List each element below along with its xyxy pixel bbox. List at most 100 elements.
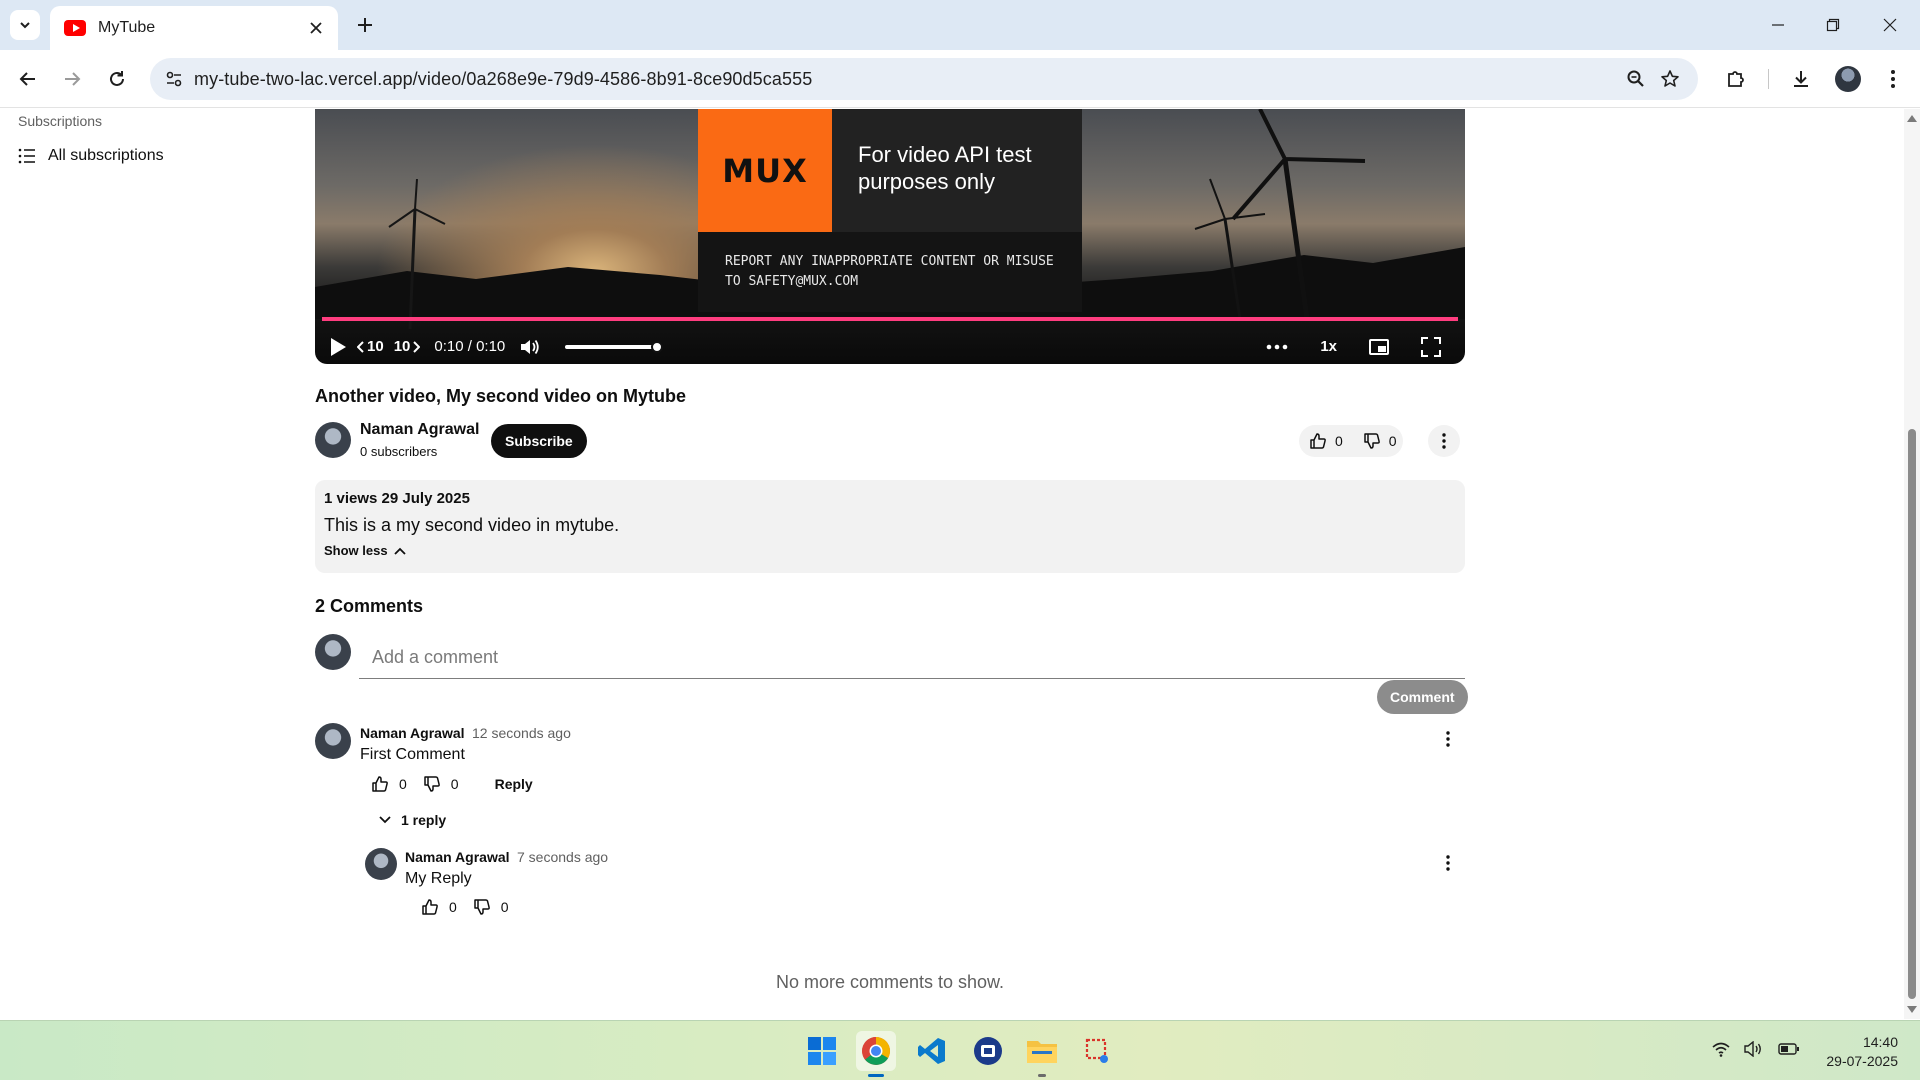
reload-button[interactable] [102, 64, 132, 94]
forward-button[interactable] [57, 64, 87, 94]
profile-avatar [1835, 66, 1861, 92]
scroll-down-arrow-icon[interactable] [1907, 1006, 1917, 1013]
add-comment-input[interactable] [359, 637, 1465, 679]
minimize-button[interactable] [1760, 10, 1796, 40]
arrow-right-icon [65, 72, 81, 86]
description-box[interactable]: 1 views 29 July 2025 This is a my second… [315, 480, 1465, 573]
volume-slider-knob[interactable] [651, 340, 664, 353]
show-less-button[interactable]: Show less [324, 543, 1456, 558]
replies-count-label: 1 reply [401, 812, 447, 828]
system-clock[interactable]: 14:40 29-07-2025 [1826, 1033, 1898, 1071]
bookmark-star-icon[interactable] [1660, 69, 1680, 89]
thumbs-up-icon [422, 899, 438, 915]
promo-report-panel: REPORT ANY INAPPROPRIATE CONTENT OR MISU… [698, 232, 1082, 312]
picture-in-picture-button[interactable] [1369, 338, 1389, 355]
site-info-icon[interactable] [154, 58, 194, 100]
downloads-button[interactable] [1786, 64, 1816, 94]
reply-button[interactable]: Reply [495, 776, 533, 792]
extensions-button[interactable] [1721, 64, 1751, 94]
reply-text: My Reply [405, 870, 472, 887]
file-explorer-icon [1027, 1041, 1057, 1063]
thumbs-down-icon [1364, 433, 1380, 449]
mux-logo-panel: MUX [698, 109, 832, 232]
battery-icon[interactable] [1778, 1042, 1800, 1056]
more-horizontal-icon [1267, 344, 1288, 349]
browser-tab-mytube[interactable]: MyTube [50, 6, 338, 50]
taskbar-teams[interactable] [968, 1031, 1008, 1071]
page-content: Subscriptions All subscriptions MUX For … [0, 109, 1904, 1019]
comment-dislike-button[interactable]: 0 [423, 775, 459, 793]
reply-author-avatar[interactable] [365, 848, 397, 880]
comment-author-avatar[interactable] [315, 723, 351, 759]
rewind-button[interactable]: 10 [357, 338, 384, 355]
snipping-tool-icon [1085, 1038, 1108, 1063]
scrollbar-thumb[interactable] [1908, 429, 1916, 999]
fullscreen-button[interactable] [1421, 336, 1441, 357]
wifi-icon[interactable] [1712, 1041, 1730, 1057]
reply-author[interactable]: Naman Agrawal [405, 849, 510, 865]
profile-button[interactable] [1833, 64, 1863, 94]
forward-label: 10 [393, 338, 411, 355]
browser-menu-button[interactable] [1878, 64, 1908, 94]
comment-like-button[interactable]: 0 [371, 775, 407, 793]
comment-author[interactable]: Naman Agrawal [360, 725, 465, 741]
kebab-menu-icon [1446, 855, 1450, 871]
player-controls: 10 10 0:10 / 0:10 1x [315, 329, 1465, 364]
more-options-button[interactable] [1266, 344, 1288, 350]
taskbar-file-explorer[interactable] [1022, 1031, 1062, 1077]
start-button[interactable] [802, 1031, 842, 1071]
replies-toggle-button[interactable]: 1 reply [379, 812, 446, 828]
sidebar-subscriptions-heading: Subscriptions [18, 113, 103, 129]
address-bar[interactable]: my-tube-two-lac.vercel.app/video/0a268e9… [150, 58, 1698, 100]
taskbar-snipping-tool[interactable] [1078, 1031, 1118, 1071]
video-progress-bar[interactable] [322, 317, 1458, 321]
scroll-up-arrow-icon[interactable] [1907, 115, 1917, 122]
restore-button[interactable] [1815, 10, 1851, 40]
close-icon [310, 22, 322, 34]
reply-dislike-button[interactable]: 0 [473, 898, 509, 916]
video-meta: 1 views 29 July 2025 [324, 490, 470, 507]
taskbar-vscode[interactable] [912, 1031, 952, 1071]
pip-icon [1369, 338, 1389, 355]
rewind-label: 10 [367, 338, 384, 355]
page-scrollbar[interactable] [1904, 109, 1920, 1019]
browser-toolbar: my-tube-two-lac.vercel.app/video/0a268e9… [0, 50, 1920, 108]
video-more-button[interactable] [1428, 425, 1460, 457]
arrow-left-icon [19, 72, 35, 86]
comment-more-button[interactable] [1436, 727, 1460, 751]
playback-speed-button[interactable]: 1x [1320, 338, 1337, 355]
video-dislike-button[interactable]: 0 [1353, 425, 1407, 457]
clock-date: 29-07-2025 [1826, 1053, 1898, 1069]
tab-search-button[interactable] [10, 10, 40, 40]
taskbar-chrome[interactable] [856, 1031, 896, 1077]
new-tab-button[interactable] [352, 12, 378, 38]
window-close-button[interactable] [1872, 10, 1908, 40]
volume-slider[interactable] [565, 340, 664, 353]
zoom-icon[interactable] [1626, 69, 1646, 89]
comments-count-heading: 2 Comments [315, 596, 424, 616]
reply-like-button[interactable]: 0 [421, 898, 457, 916]
channel-avatar[interactable] [315, 422, 351, 458]
comment-actions: 0 0 Reply [371, 775, 533, 793]
mute-button[interactable] [519, 338, 541, 356]
kebab-menu-icon [1442, 433, 1446, 449]
comment-submit-button[interactable]: Comment [1377, 680, 1468, 714]
video-player[interactable]: MUX For video API test purposes only REP… [315, 109, 1465, 364]
forward-button[interactable]: 10 [394, 338, 421, 355]
youtube-favicon-icon [64, 20, 86, 36]
subscribe-button[interactable]: Subscribe [491, 424, 587, 458]
system-tray [1712, 1041, 1800, 1057]
tab-close-button[interactable] [306, 18, 326, 38]
back-button[interactable] [13, 64, 43, 94]
video-like-button[interactable]: 0 [1299, 425, 1353, 457]
sidebar-item-all-subscriptions[interactable]: All subscriptions [18, 147, 164, 165]
volume-icon[interactable] [1744, 1041, 1764, 1057]
channel-name[interactable]: Naman Agrawal [360, 421, 479, 439]
volume-icon [521, 339, 539, 354]
promo-report-text: REPORT ANY INAPPROPRIATE CONTENT OR MISU… [725, 254, 1054, 289]
windows-taskbar: 14:40 29-07-2025 [0, 1020, 1920, 1080]
url-text[interactable]: my-tube-two-lac.vercel.app/video/0a268e9… [194, 69, 1626, 90]
thumbs-down-icon [474, 899, 490, 915]
reply-more-button[interactable] [1436, 851, 1460, 875]
play-button[interactable] [329, 337, 347, 357]
